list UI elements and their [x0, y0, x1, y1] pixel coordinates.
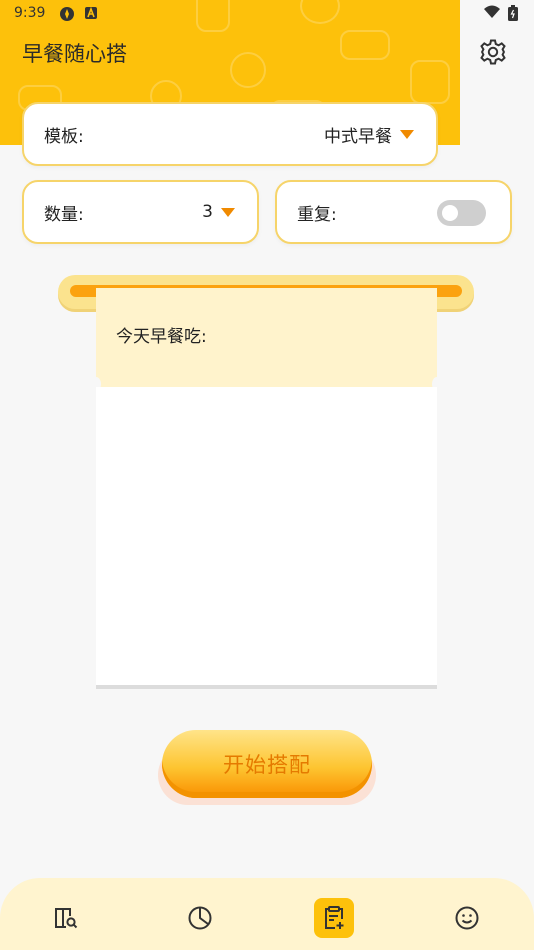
caret-down-icon	[221, 207, 235, 217]
gear-icon	[480, 39, 506, 65]
status-bar: 9:39	[0, 0, 534, 28]
receipt-header: 今天早餐吃:	[96, 288, 437, 387]
wifi-icon	[484, 5, 500, 25]
pinwheel-icon	[59, 6, 75, 26]
repeat-label: 重复:	[297, 204, 337, 225]
nav-item-stats[interactable]	[180, 898, 220, 938]
count-label: 数量:	[44, 204, 84, 225]
doodle-glass-icon	[410, 60, 450, 104]
doodle-plate-icon	[230, 52, 266, 88]
caret-down-icon	[400, 129, 414, 139]
toggle-knob	[442, 205, 458, 221]
battery-icon	[508, 5, 518, 25]
template-label: 模板:	[44, 126, 84, 147]
receipt-heading: 今天早餐吃:	[116, 327, 207, 347]
clipboard-add-icon	[325, 906, 344, 929]
status-right-icons	[484, 5, 518, 25]
smiley-icon	[455, 906, 479, 930]
a-badge-icon	[84, 6, 98, 24]
nav-item-library[interactable]	[46, 898, 86, 938]
receipt-body	[96, 387, 437, 689]
count-selector[interactable]: 数量: 3	[22, 180, 259, 244]
settings-button[interactable]	[479, 38, 507, 66]
status-time: 9:39	[14, 5, 46, 21]
app-screen: 9:39 早餐随心搭 模板: 中式早餐 数量: 3 重复: 今天早餐吃: 开始搭…	[0, 0, 534, 950]
template-selector[interactable]: 模板: 中式早餐	[22, 102, 438, 166]
repeat-card: 重复:	[275, 180, 512, 244]
nav-item-profile[interactable]	[447, 898, 487, 938]
doodle-bread-icon	[340, 30, 390, 60]
start-button[interactable]: 开始搭配	[162, 730, 372, 798]
book-search-icon	[55, 908, 78, 929]
pie-chart-icon	[188, 906, 212, 930]
repeat-toggle[interactable]	[437, 200, 486, 226]
nav-item-match[interactable]	[314, 898, 354, 938]
count-value: 3	[202, 202, 213, 222]
app-title: 早餐随心搭	[22, 42, 127, 66]
template-value: 中式早餐	[324, 126, 392, 147]
bottom-nav	[0, 878, 534, 950]
